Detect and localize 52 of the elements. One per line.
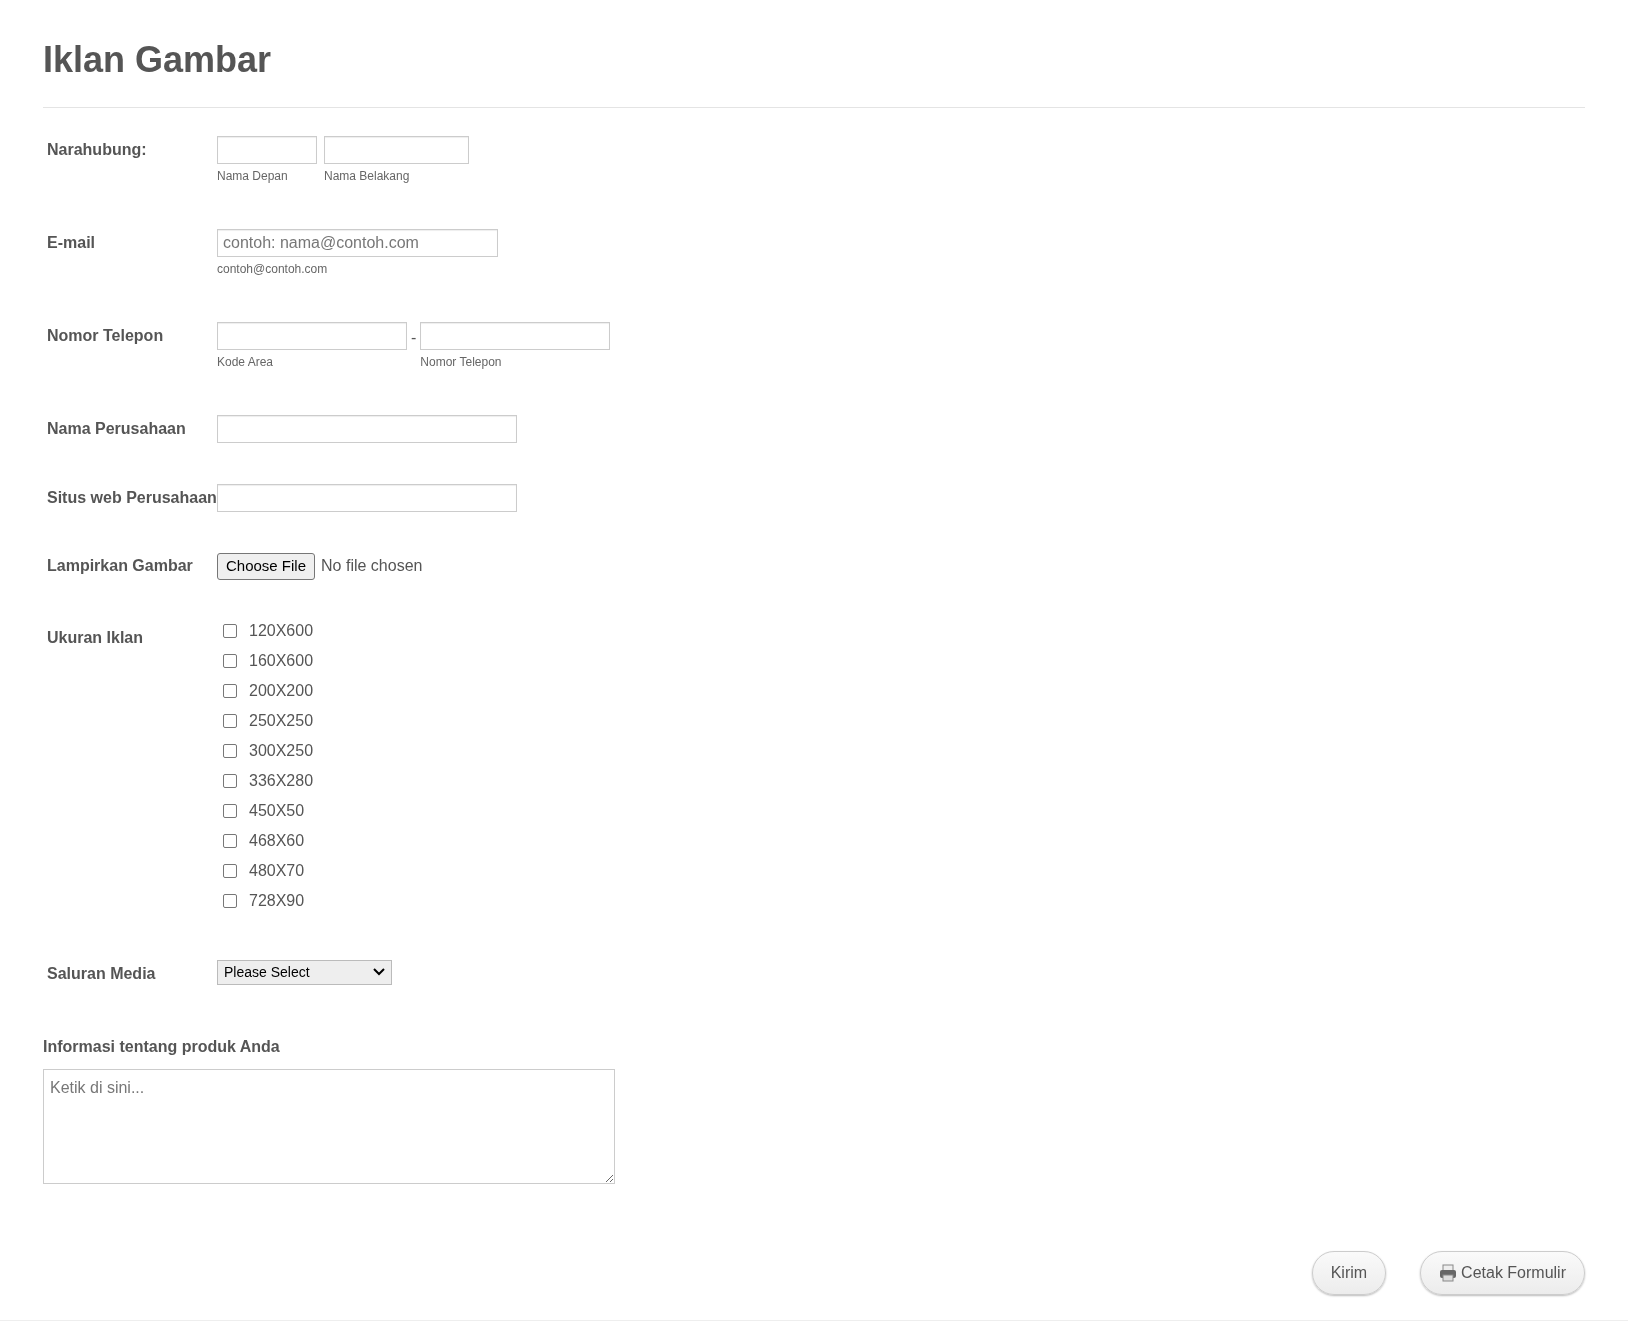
sublabel: Nomor Telepon xyxy=(420,354,503,372)
field-label: Narahubung: xyxy=(47,140,148,161)
option-label: 300X250 xyxy=(249,740,314,761)
option-label: 728X90 xyxy=(249,890,305,911)
input-field[interactable] xyxy=(217,136,317,165)
checkbox[interactable] xyxy=(223,623,237,638)
choose-file-button[interactable]: Choose File xyxy=(217,553,316,580)
field-label: Ukuran Iklan xyxy=(47,627,145,648)
submit-button[interactable]: Kirim xyxy=(1311,1250,1387,1295)
option-label: 450X50 xyxy=(249,800,305,821)
input-field[interactable] xyxy=(324,136,469,165)
option-label: 480X70 xyxy=(249,860,305,881)
select-dropdown[interactable]: Please Select xyxy=(217,959,392,985)
checkbox[interactable] xyxy=(223,773,237,788)
input-field[interactable] xyxy=(217,415,517,444)
checkbox[interactable] xyxy=(223,833,237,848)
option-label: 336X280 xyxy=(249,770,314,791)
option-label: 120X600 xyxy=(249,620,314,641)
input-field[interactable] xyxy=(420,322,611,351)
option-label: 250X250 xyxy=(249,710,314,731)
separator-text: - xyxy=(411,328,417,349)
option-label: 468X60 xyxy=(249,830,305,851)
field-label: Saluran Media xyxy=(47,963,157,984)
sublabel: Nama Depan xyxy=(217,168,289,186)
option-label: 160X600 xyxy=(249,650,314,671)
file-status-text: No file chosen xyxy=(321,556,423,577)
select-value: Please Select xyxy=(224,962,310,982)
input-field[interactable] xyxy=(217,322,407,351)
text-area[interactable]: Ketik di sini... xyxy=(43,1068,615,1184)
field-label: Situs web Perusahaan xyxy=(47,488,217,509)
checkbox[interactable] xyxy=(223,893,237,908)
field-label: Nama Perusahaan xyxy=(47,419,187,440)
field-label: Lampirkan Gambar xyxy=(47,556,194,577)
printer-icon xyxy=(1439,1263,1458,1282)
print-button[interactable]: Cetak Formulir xyxy=(1420,1250,1585,1295)
checkbox[interactable] xyxy=(223,653,237,668)
chevron-down-icon xyxy=(373,968,385,977)
checkbox[interactable] xyxy=(223,683,237,698)
checkbox[interactable] xyxy=(223,863,237,878)
sublabel: Nama Belakang xyxy=(324,168,411,186)
field-label: Informasi tentang produk Anda xyxy=(43,1036,281,1057)
option-label: 200X200 xyxy=(249,680,314,701)
checkbox[interactable] xyxy=(223,743,237,758)
form-title: Iklan Gambar xyxy=(43,38,273,82)
sublabel: contoh@contoh.com xyxy=(217,261,329,279)
checkbox[interactable] xyxy=(223,803,237,818)
checkbox[interactable] xyxy=(223,713,237,728)
field-label: Nomor Telepon xyxy=(47,326,165,347)
sublabel: Kode Area xyxy=(217,354,275,372)
input-field[interactable] xyxy=(217,484,517,513)
email-field[interactable]: contoh: nama@contoh.com xyxy=(217,229,498,258)
field-label: E-mail xyxy=(47,233,96,254)
